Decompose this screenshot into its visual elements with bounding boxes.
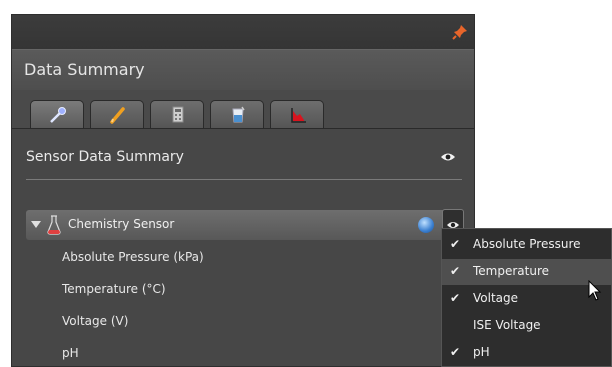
menu-item-absolute-pressure[interactable]: ✔ Absolute Pressure	[442, 232, 611, 258]
tab-chart[interactable]	[270, 100, 324, 128]
menu-item-ph[interactable]: ✔ pH	[442, 340, 611, 366]
menu-item-label: Temperature	[473, 264, 550, 278]
panel-topbar	[12, 15, 474, 49]
tab-calculator[interactable]	[150, 100, 204, 128]
tab-sensor-wand[interactable]	[30, 100, 84, 128]
chart-icon	[291, 108, 306, 123]
wand-icon	[50, 107, 66, 123]
tab-content: Sensor Data Summary Chemistry Sensor Abs…	[12, 128, 474, 366]
expand-arrow-icon[interactable]	[31, 221, 41, 228]
sensor-row: pH	[62, 346, 79, 360]
sensor-name: Chemistry Sensor	[68, 217, 175, 231]
sensor-row: Absolute Pressure (kPa)	[62, 250, 204, 264]
flask-icon	[47, 215, 61, 235]
menu-item-ise-voltage[interactable]: ISE Voltage	[442, 313, 611, 339]
tab-pencil[interactable]	[90, 100, 144, 128]
menu-item-temperature[interactable]: ✔ Temperature	[442, 259, 611, 285]
mouse-cursor-icon	[588, 280, 602, 301]
pin-icon[interactable]	[452, 24, 468, 40]
panel-title: Data Summary	[24, 60, 145, 79]
menu-item-voltage[interactable]: ✔ Voltage	[442, 286, 611, 312]
menu-item-label: ISE Voltage	[473, 318, 541, 332]
globe-icon[interactable]	[418, 217, 434, 233]
menu-item-label: Absolute Pressure	[473, 237, 581, 251]
column-visibility-menu: ✔ Absolute Pressure ✔ Temperature ✔ Volt…	[441, 228, 612, 367]
calculator-icon	[172, 106, 184, 123]
section-divider	[26, 179, 462, 180]
sensor-header[interactable]: Chemistry Sensor	[26, 210, 451, 240]
sensor-row: Temperature (°C)	[62, 282, 166, 296]
panel-titlebar: Data Summary	[12, 49, 474, 90]
section-title: Sensor Data Summary	[26, 149, 184, 165]
beaker-icon	[232, 106, 245, 123]
checkmark-icon: ✔	[450, 345, 461, 359]
menu-item-label: pH	[473, 345, 490, 359]
menu-item-label: Voltage	[473, 291, 519, 305]
checkmark-icon: ✔	[450, 291, 461, 305]
eye-icon[interactable]	[440, 152, 456, 162]
checkmark-icon: ✔	[450, 237, 461, 251]
pencil-icon	[110, 107, 125, 124]
sensor-row: Voltage (V)	[62, 314, 129, 328]
data-summary-panel: Data Summary Sensor Data Summary Chemist…	[11, 14, 475, 367]
tab-beaker[interactable]	[210, 100, 264, 128]
checkmark-icon: ✔	[450, 264, 461, 278]
